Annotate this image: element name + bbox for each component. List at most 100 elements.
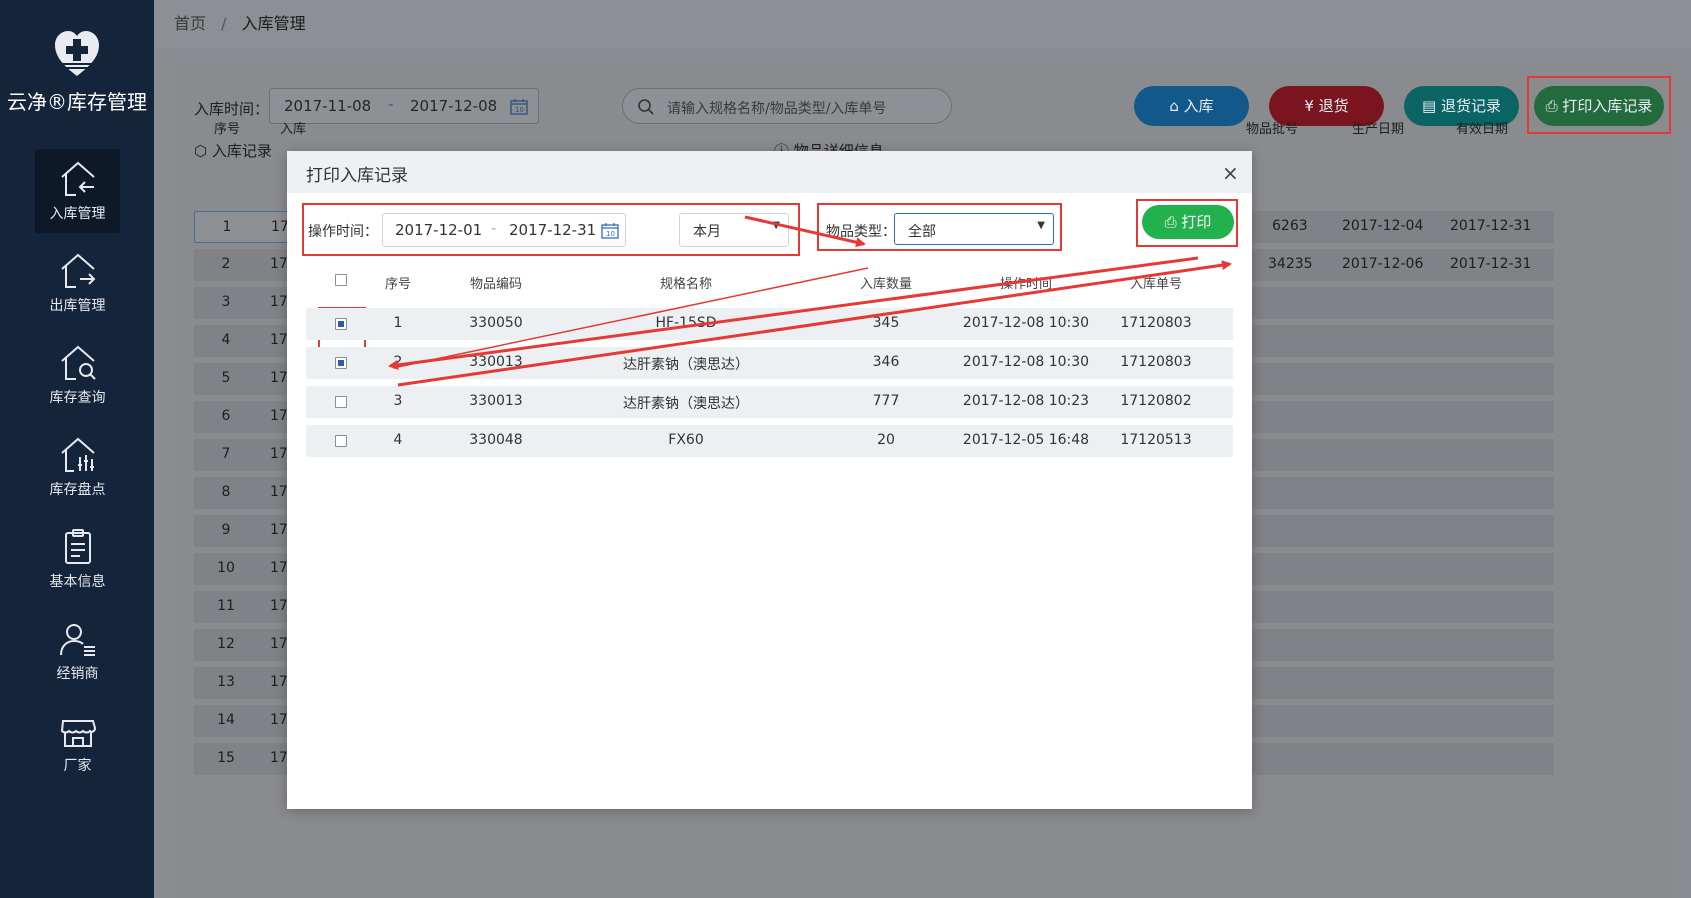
col-header: 物品批号 bbox=[1246, 122, 1299, 137]
stock-search-icon bbox=[60, 345, 96, 380]
breadcrumb-home[interactable]: 首页 bbox=[174, 14, 206, 33]
row-spec: FX60 bbox=[668, 432, 704, 448]
annotation-box-op-time bbox=[302, 203, 800, 256]
row-number: 1 bbox=[222, 219, 232, 235]
sidebar-item-basic-info[interactable]: 基本信息 bbox=[35, 517, 120, 601]
background-table-header: 序号 入库 物品批号 生产日期 有效日期 bbox=[194, 108, 1691, 144]
row-qty: 345 bbox=[872, 315, 900, 331]
row-spec: 达肝素钠（澳思达） bbox=[623, 357, 749, 373]
modal-header: 打印入库记录 × bbox=[287, 151, 1252, 193]
row-number: 3 bbox=[393, 393, 403, 409]
row-qty: 346 bbox=[872, 354, 900, 370]
detail-row[interactable]: 34235 2017-12-06 2017-12-31 bbox=[1240, 249, 1554, 281]
table-row[interactable]: 3 330013 达肝素钠（澳思达） 777 2017-12-08 10:23 … bbox=[306, 386, 1233, 418]
row-checkbox[interactable] bbox=[335, 318, 347, 330]
row-number: 8 bbox=[221, 484, 231, 500]
row-qty: 20 bbox=[877, 432, 895, 448]
row-checkbox[interactable] bbox=[335, 357, 347, 369]
row-spec: 达肝素钠（澳思达） bbox=[623, 396, 749, 412]
row-code: 330013 bbox=[469, 393, 523, 409]
table-row[interactable]: 4 330048 FX60 20 2017-12-05 16:48 171205… bbox=[306, 425, 1233, 457]
row-order: 17120803 bbox=[1120, 354, 1192, 370]
col-header: 入库 bbox=[280, 122, 307, 137]
row-time: 2017-12-05 16:48 bbox=[962, 432, 1090, 448]
col-header: 物品编码 bbox=[469, 277, 522, 292]
sidebar-item-label: 经销商 bbox=[56, 666, 99, 682]
col-header: 生产日期 bbox=[1352, 122, 1405, 137]
breadcrumb-separator: / bbox=[221, 14, 227, 33]
sidebar-item-label: 厂家 bbox=[63, 758, 92, 774]
col-header: 操作时间 bbox=[999, 277, 1052, 292]
table-row[interactable]: 1 330050 HF-15SD 345 2017-12-08 10:30 17… bbox=[306, 308, 1233, 340]
annotation-box-type bbox=[817, 203, 1062, 251]
row-order: 17120802 bbox=[1120, 393, 1192, 409]
row-number: 11 bbox=[217, 598, 235, 614]
col-header: 序号 bbox=[214, 122, 241, 137]
row-order: 17120803 bbox=[1120, 315, 1192, 331]
sidebar-item-label: 库存盘点 bbox=[49, 482, 106, 498]
row-number: 3 bbox=[221, 294, 231, 310]
cube-icon: ⬡ bbox=[194, 142, 212, 160]
detail-batch: 34235 bbox=[1268, 256, 1313, 272]
dealer-icon bbox=[59, 624, 95, 656]
row-number: 12 bbox=[217, 636, 235, 652]
modal-title: 打印入库记录 bbox=[306, 166, 408, 186]
detail-row[interactable]: 6263 2017-12-04 2017-12-31 bbox=[1240, 211, 1554, 243]
detail-expire: 2017-12-31 bbox=[1450, 218, 1532, 234]
row-code: 330013 bbox=[469, 354, 523, 370]
sidebar-item-label: 入库管理 bbox=[49, 206, 106, 222]
row-number: 15 bbox=[217, 750, 235, 766]
sidebar: 云净®库存管理 入库管理 出库管理 库存查询 库存盘点 基本信息 经销商 厂家 bbox=[0, 0, 154, 898]
stock-out-icon bbox=[60, 253, 95, 288]
col-header: 规格名称 bbox=[659, 277, 712, 292]
factory-icon bbox=[60, 720, 96, 747]
row-number: 1 bbox=[393, 315, 403, 331]
row-number: 10 bbox=[217, 560, 235, 576]
row-number: 7 bbox=[221, 446, 231, 462]
sidebar-item-label: 出库管理 bbox=[49, 298, 106, 314]
detail-expire: 2017-12-31 bbox=[1450, 256, 1532, 272]
row-number: 2 bbox=[221, 256, 231, 272]
col-header: 入库数量 bbox=[859, 277, 912, 292]
print-records-modal: 打印入库记录 × 操作时间： 2017-12-01 - 2017-12-31 1… bbox=[287, 151, 1252, 809]
row-number: 9 bbox=[221, 522, 231, 538]
modal-table-header: 序号 物品编码 规格名称 入库数量 操作时间 入库单号 bbox=[306, 263, 1233, 299]
logo: 云净®库存管理 bbox=[0, 0, 154, 120]
app-title: 云净®库存管理 bbox=[7, 90, 147, 114]
row-number: 13 bbox=[217, 674, 235, 690]
stock-check-icon bbox=[60, 437, 95, 472]
sidebar-item-factory[interactable]: 厂家 bbox=[35, 701, 120, 785]
sidebar-item-stock-out[interactable]: 出库管理 bbox=[35, 241, 120, 325]
col-header: 序号 bbox=[384, 277, 411, 292]
row-time: 2017-12-08 10:30 bbox=[962, 354, 1090, 370]
breadcrumb: 首页 / 入库管理 bbox=[154, 0, 1691, 48]
sidebar-item-stock-check[interactable]: 库存盘点 bbox=[35, 425, 120, 509]
detail-made: 2017-12-06 bbox=[1342, 256, 1424, 272]
select-all-checkbox[interactable] bbox=[335, 274, 347, 286]
close-icon[interactable]: × bbox=[1222, 161, 1239, 185]
row-number: 4 bbox=[393, 432, 403, 448]
col-header: 有效日期 bbox=[1456, 122, 1509, 137]
sidebar-item-stock-in[interactable]: 入库管理 bbox=[35, 149, 120, 233]
sidebar-item-stock-search[interactable]: 库存查询 bbox=[35, 333, 120, 417]
row-number: 5 bbox=[221, 370, 231, 386]
row-number: 6 bbox=[221, 408, 231, 424]
row-number: 14 bbox=[217, 712, 235, 728]
col-header: 入库单号 bbox=[1129, 277, 1182, 292]
row-code: 330050 bbox=[469, 315, 523, 331]
row-checkbox[interactable] bbox=[335, 435, 347, 447]
row-checkbox[interactable] bbox=[335, 396, 347, 408]
detail-batch: 6263 bbox=[1272, 218, 1308, 234]
clipboard-icon bbox=[64, 529, 91, 564]
sidebar-item-dealer[interactable]: 经销商 bbox=[35, 609, 120, 693]
stock-in-icon bbox=[60, 161, 95, 196]
sidebar-item-label: 基本信息 bbox=[49, 574, 106, 590]
row-qty: 777 bbox=[872, 393, 900, 409]
table-row[interactable]: 2 330013 达肝素钠（澳思达） 346 2017-12-08 10:30 … bbox=[306, 347, 1233, 379]
sidebar-item-label: 库存查询 bbox=[49, 390, 106, 406]
row-order: 17120513 bbox=[1120, 432, 1192, 448]
breadcrumb-current: 入库管理 bbox=[241, 14, 306, 33]
row-time: 2017-12-08 10:23 bbox=[962, 393, 1090, 409]
row-number: 4 bbox=[221, 332, 231, 348]
annotation-box-print bbox=[1136, 199, 1238, 247]
